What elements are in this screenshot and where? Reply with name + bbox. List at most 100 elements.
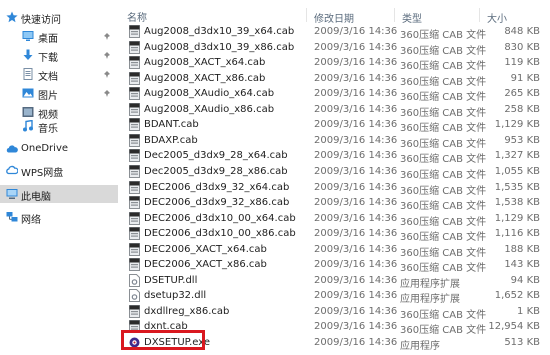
file-type: 应用程序: [400, 341, 440, 352]
file-size: 1,538 KB: [494, 197, 540, 209]
file-date: 2009/3/16 14:36: [314, 212, 398, 224]
file-name: Aug2008_XAudio_x64.cab: [144, 88, 275, 100]
file-name: DEC2006_d3dx10_00_x64.cab: [144, 212, 296, 224]
file-name: DEC2006_d3dx9_32_x86.cab: [144, 197, 290, 209]
file-name: Dec2005_d3dx9_28_x64.cab: [144, 150, 288, 162]
file-size: 1,129 KB: [494, 212, 540, 224]
pin-icon: [104, 71, 110, 78]
documents-icon: [23, 68, 33, 80]
file-date: 2009/3/16 14:36: [314, 72, 398, 84]
dll-file-icon: [129, 273, 140, 287]
music-icon: [23, 120, 33, 132]
network-icon: [6, 212, 18, 222]
file-date: 2009/3/16 14:36: [314, 321, 398, 333]
nav-label: 下载: [38, 53, 58, 64]
nav-label: 网络: [21, 215, 41, 226]
column-type[interactable]: 类型: [402, 10, 422, 25]
file-row[interactable]: Aug2008_XACT_x64.cab 2009/3/16 14:36 360压缩…: [118, 55, 550, 72]
file-size: 258 KB: [504, 103, 540, 115]
file-row[interactable]: Aug2008_d3dx10_39_x86.cab 2009/3/16 14:36…: [118, 40, 550, 57]
column-size[interactable]: 大小: [487, 10, 507, 25]
file-name: dsetup32.dll: [144, 290, 207, 302]
cab-file-icon: [129, 149, 140, 163]
file-row[interactable]: DEC2006_XACT_x86.cab 2009/3/16 14:36 360压缩…: [118, 257, 550, 274]
file-name: BDANT.cab: [144, 119, 199, 131]
cloud-icon: [6, 145, 18, 153]
file-date: 2009/3/16 14:36: [314, 290, 398, 302]
column-divider[interactable]: [394, 8, 395, 22]
file-size: 119 KB: [504, 57, 540, 69]
file-date: 2009/3/16 14:36: [314, 197, 398, 209]
file-row[interactable]: BDAXP.cab 2009/3/16 14:36 360压缩 CAB 文件 953 …: [118, 133, 550, 150]
file-size: 143 KB: [504, 259, 540, 271]
file-date: 2009/3/16 14:36: [314, 181, 398, 193]
file-row[interactable]: Aug2008_XAudio_x86.cab 2009/3/16 14:36 360…: [118, 102, 550, 119]
file-name: DEC2006_d3dx10_00_x86.cab: [144, 228, 296, 240]
cab-file-icon: [129, 242, 140, 256]
file-date: 2009/3/16 14:36: [314, 228, 398, 240]
file-date: 2009/3/16 14:36: [314, 305, 398, 317]
file-row[interactable]: Aug2008_d3dx10_39_x64.cab 2009/3/16 14:36…: [118, 24, 550, 41]
cab-file-icon: [129, 56, 140, 70]
file-name: Aug2008_d3dx10_39_x64.cab: [144, 26, 295, 37]
file-date: 2009/3/16 14:36: [314, 41, 398, 53]
nav-label: 此电脑: [21, 192, 51, 203]
nav-this-pc[interactable]: 此电脑: [0, 185, 118, 203]
file-row[interactable]: dsetup32.dll 2009/3/16 14:36 应用程序扩展 1,652 K…: [118, 288, 550, 305]
file-name: Aug2008_XAudio_x86.cab: [144, 103, 275, 115]
cab-file-icon: [129, 102, 140, 116]
cab-file-icon: [129, 133, 140, 147]
file-row[interactable]: DEC2006_d3dx10_00_x64.cab 2009/3/16 14:36…: [118, 211, 550, 228]
file-name: DEC2006_d3dx9_32_x64.cab: [144, 181, 290, 193]
file-size: 1,535 KB: [494, 181, 540, 193]
file-row[interactable]: DEC2006_d3dx9_32_x86.cab 2009/3/16 14:36 3…: [118, 195, 550, 212]
cab-file-icon: [129, 165, 140, 178]
file-row[interactable]: BDANT.cab 2009/3/16 14:36 360压缩 CAB 文件 1,12…: [118, 117, 550, 134]
nav-label: 图片: [38, 91, 58, 102]
file-name: Aug2008_XACT_x64.cab: [144, 57, 266, 69]
file-date: 2009/3/16 14:36: [314, 57, 398, 69]
file-row[interactable]: dxdllreg_x86.cab 2009/3/16 14:36 360压缩 CAB…: [118, 304, 550, 321]
file-size: 265 KB: [504, 88, 540, 100]
file-name: Dec2005_d3dx9_28_x86.cab: [144, 166, 288, 177]
file-name: dxdllreg_x86.cab: [144, 305, 230, 317]
file-size: 848 KB: [504, 26, 540, 37]
file-date: 2009/3/16 14:36: [314, 134, 398, 146]
file-row[interactable]: Aug2008_XACT_x86.cab 2009/3/16 14:36 360压缩…: [118, 71, 550, 88]
column-divider[interactable]: [306, 8, 307, 22]
file-row[interactable]: DEC2006_XACT_x64.cab 2009/3/16 14:36 360压缩…: [118, 242, 550, 259]
file-date: 2009/3/16 14:36: [314, 337, 398, 348]
file-name: DEC2006_XACT_x64.cab: [144, 243, 267, 255]
cab-file-icon: [129, 258, 140, 272]
file-size: 830 KB: [504, 41, 540, 53]
file-row[interactable]: Dec2005_d3dx9_28_x64.cab 2009/3/16 14:36 3…: [118, 148, 550, 165]
file-size: 91 KB: [510, 72, 540, 84]
file-date: 2009/3/16 14:36: [314, 26, 398, 37]
pin-icon: [104, 52, 110, 59]
file-size: 953 KB: [504, 134, 540, 146]
column-name[interactable]: 名称: [127, 9, 147, 24]
file-date: 2009/3/16 14:36: [314, 274, 398, 286]
pin-icon: [104, 33, 110, 40]
column-divider[interactable]: [479, 8, 480, 22]
file-row[interactable]: DSETUP.dll 2009/3/16 14:36 应用程序扩展 94 KB: [118, 273, 550, 290]
nav-label: 视频: [38, 110, 58, 121]
file-name: DEC2006_XACT_x86.cab: [144, 259, 267, 271]
videos-icon: [22, 107, 34, 117]
file-size: 1 KB: [517, 305, 540, 317]
file-row[interactable]: Aug2008_XAudio_x64.cab 2009/3/16 14:36 360…: [118, 86, 550, 103]
file-date: 2009/3/16 14:36: [314, 259, 398, 271]
column-date[interactable]: 修改日期: [314, 10, 354, 25]
nav-label: WPS网盘: [21, 168, 64, 179]
file-name: DSETUP.dll: [144, 274, 198, 286]
cab-file-icon: [129, 211, 140, 225]
file-size: 12,954 KB: [488, 321, 540, 333]
star-icon: [6, 11, 18, 23]
desktop-icon: [22, 31, 34, 41]
file-date: 2009/3/16 14:36: [314, 88, 398, 100]
file-row[interactable]: DEC2006_d3dx10_00_x86.cab 2009/3/16 14:36…: [118, 226, 550, 243]
file-row[interactable]: DEC2006_d3dx9_32_x64.cab 2009/3/16 14:36 3…: [118, 180, 550, 197]
file-name: BDAXP.cab: [144, 134, 198, 146]
file-name: Aug2008_XACT_x86.cab: [144, 72, 266, 84]
file-row[interactable]: Dec2005_d3dx9_28_x86.cab 2009/3/16 14:36 3…: [118, 164, 550, 181]
